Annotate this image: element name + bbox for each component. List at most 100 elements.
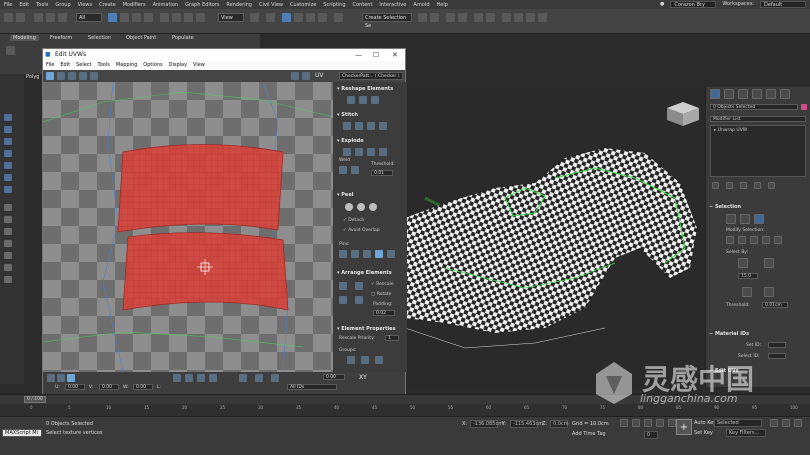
reshape-elements-title[interactable]: ▾ Reshape Elements — [337, 86, 403, 92]
hierarchy-tab-icon[interactable] — [738, 89, 748, 99]
strip-layers-icon[interactable] — [4, 216, 12, 223]
maxscript-listener[interactable]: MAXScript Mi — [2, 429, 42, 437]
menu-animation[interactable]: Animation — [153, 2, 179, 8]
uvw-menu-options[interactable]: Options — [143, 61, 162, 70]
add-time-tag[interactable]: Add Time Tag — [572, 431, 606, 437]
vertex-subobject-icon[interactable] — [47, 374, 55, 382]
uvw-zoom-extents-icon[interactable] — [209, 374, 217, 382]
user-name[interactable]: Corazon Bry — [670, 1, 717, 8]
uvw-checker-icon[interactable] — [302, 72, 310, 80]
viewport-orbit-icon[interactable] — [794, 419, 802, 427]
y-coord-field[interactable]: -115.463cm — [510, 420, 543, 428]
uvw-move-icon[interactable] — [46, 72, 54, 80]
menu-modifiers[interactable]: Modifiers — [123, 2, 146, 8]
object-name-field[interactable]: 0 Objects Selected — [710, 104, 798, 110]
unpin-icon[interactable] — [351, 250, 359, 258]
uv-label[interactable]: UV — [315, 72, 324, 79]
group-select-icon[interactable] — [347, 356, 355, 364]
grow-selection-icon[interactable] — [726, 236, 734, 244]
uvw-menu-view[interactable]: View — [193, 61, 205, 70]
avoid-overlap-checkbox[interactable]: ✓ Avoid Overlap — [343, 228, 380, 233]
workspace-dropdown[interactable]: Default — [760, 1, 806, 8]
current-frame-field[interactable]: 0 — [644, 431, 658, 439]
polygon-mode-icon[interactable] — [754, 214, 764, 224]
render-setup-icon[interactable] — [514, 13, 523, 22]
x-coord-field[interactable]: -136.085cm — [470, 420, 503, 428]
go-to-end-icon[interactable] — [668, 419, 676, 427]
padding-field[interactable]: 0.02 — [373, 310, 395, 316]
ring-selection-icon[interactable] — [762, 236, 770, 244]
ribbon-poly-icon[interactable] — [6, 46, 15, 55]
break-icon[interactable] — [343, 148, 351, 156]
menu-content[interactable]: Content — [353, 2, 373, 8]
weld-threshold-field[interactable]: 0.01 — [371, 170, 393, 176]
pack-custom-icon[interactable] — [355, 282, 363, 290]
select-manipulate-icon[interactable] — [266, 13, 275, 22]
key-filters-button[interactable]: Key Filters... — [726, 429, 766, 437]
group-remove-icon[interactable] — [375, 356, 383, 364]
make-unique-icon[interactable] — [740, 182, 747, 189]
menu-graph-editors[interactable]: Graph Editors — [185, 2, 219, 8]
loop-selection-icon[interactable] — [750, 236, 758, 244]
stitch-average-icon[interactable] — [367, 122, 375, 130]
uvw-hide-icon[interactable] — [255, 374, 263, 382]
straighten-icon[interactable] — [347, 96, 355, 104]
uvw-zoom-icon[interactable] — [185, 374, 193, 382]
maximize-icon[interactable]: ☐ — [373, 49, 379, 61]
snaps-toggle-icon[interactable] — [282, 13, 291, 22]
menu-tools[interactable]: Tools — [36, 2, 48, 8]
ribbon-tab-modeling[interactable]: Modeling — [10, 35, 39, 41]
stitch-target-icon[interactable] — [379, 122, 387, 130]
uvw-freeform-icon[interactable] — [79, 72, 87, 80]
named-selection-dropdown[interactable]: Create Selection Se — [362, 13, 412, 29]
strip-cameras-icon[interactable] — [4, 174, 12, 181]
uvw-pan-icon[interactable] — [173, 374, 181, 382]
toggle-scene-explorer-icon[interactable] — [446, 13, 455, 22]
reset-peel-icon[interactable] — [369, 203, 377, 211]
uvw-menu-mapping[interactable]: Mapping — [116, 61, 137, 70]
display-tab-icon[interactable] — [766, 89, 776, 99]
uvw-menu-display[interactable]: Display — [169, 61, 187, 70]
pin-stack-icon[interactable] — [712, 182, 719, 189]
object-color-swatch[interactable] — [801, 104, 807, 110]
menu-group[interactable]: Group — [55, 2, 70, 8]
strip-geometry-icon[interactable] — [4, 138, 12, 145]
uv-editor-canvas[interactable] — [43, 82, 333, 372]
menu-file[interactable]: File — [4, 2, 12, 8]
edge-subobject-icon[interactable] — [57, 374, 65, 382]
set-id-field[interactable] — [768, 342, 786, 348]
pack-together-icon[interactable] — [339, 296, 347, 304]
peel-title[interactable]: ▾ Peel — [337, 192, 403, 198]
pin-grid-icon[interactable] — [387, 250, 395, 258]
uvw-show-map-icon[interactable] — [291, 72, 299, 80]
select-element-icon[interactable] — [738, 258, 748, 268]
mirror-icon[interactable] — [418, 13, 427, 22]
element-properties-title[interactable]: ▾ Element Properties — [337, 326, 403, 332]
rect-selection-icon[interactable] — [132, 13, 141, 22]
menu-arnold[interactable]: Arnold — [413, 2, 429, 8]
z-coord-field[interactable]: 0.0cm — [550, 420, 569, 428]
strip-filter-icon[interactable] — [4, 204, 12, 211]
uvw-freeze-icon[interactable] — [271, 374, 279, 382]
planar-angle-field[interactable]: 15.0 — [738, 273, 758, 279]
menu-views[interactable]: Views — [78, 2, 92, 8]
uvw-scale-icon[interactable] — [68, 72, 76, 80]
xy-toggle[interactable]: XY — [359, 374, 367, 381]
shrink-selection-icon[interactable] — [738, 236, 746, 244]
relax-icon[interactable] — [359, 96, 367, 104]
uvw-rotate-icon[interactable] — [57, 72, 65, 80]
menu-interactive[interactable]: Interactive — [379, 2, 406, 8]
strip-freeze-icon[interactable] — [4, 252, 12, 259]
peel-mode-icon[interactable] — [357, 203, 365, 211]
uvw-mirror-icon[interactable] — [90, 72, 98, 80]
strip-display-icon[interactable] — [4, 126, 12, 133]
scale-icon[interactable] — [184, 13, 193, 22]
pack-normalize-icon[interactable] — [339, 282, 347, 290]
schematic-view-icon[interactable] — [486, 13, 495, 22]
uvw-menu-file[interactable]: File — [46, 61, 54, 70]
time-slider-thumb[interactable]: 0 / 100 — [24, 396, 46, 403]
detach-checkbox[interactable]: ✓ Detach — [343, 218, 364, 223]
uvw-menu-select[interactable]: Select — [76, 61, 91, 70]
link-icon[interactable] — [34, 13, 43, 22]
close-icon[interactable]: ✕ — [392, 49, 398, 61]
